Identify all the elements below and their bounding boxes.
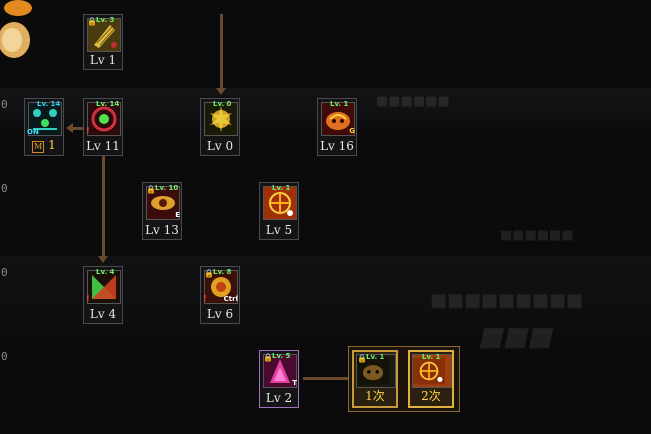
background-art: ■■■■■■ bbox=[376, 94, 450, 109]
skill-slot[interactable]: Lv. 14 ON M1 bbox=[24, 98, 64, 156]
skill-key-label: G bbox=[349, 127, 355, 135]
skill-level-tag: Lv. 5 bbox=[272, 352, 291, 360]
skill-level-label: Lv 13 bbox=[145, 223, 179, 237]
skill-level-label: M1 bbox=[25, 138, 63, 153]
row-number: 0 bbox=[1, 182, 8, 195]
skill-key-label: Ctrl bbox=[223, 295, 238, 303]
background-art: ■■■■■■■■■ bbox=[430, 290, 584, 311]
skill-key-label: E bbox=[175, 211, 180, 219]
skill-slot[interactable]: Lv. 1 2次 bbox=[408, 350, 454, 408]
skill-key-label: T bbox=[292, 379, 297, 387]
connector-line bbox=[102, 156, 105, 258]
skill-slot[interactable]: 🔒 Lv. 5 T Lv 2 bbox=[259, 350, 299, 408]
background-art: ■■■ bbox=[476, 322, 557, 352]
skill-slot[interactable]: Lv. 4 ! Lv 4 bbox=[83, 266, 123, 324]
skill-level-label: Lv 5 bbox=[265, 223, 293, 237]
skill-level-tag: Lv. 1 bbox=[272, 184, 291, 192]
arrow-down-icon bbox=[98, 256, 108, 263]
skill-slot[interactable]: 🔒 Lv. 8 Ctrl ! Lv 6 bbox=[200, 266, 240, 324]
row-number: 0 bbox=[1, 266, 8, 279]
skill-slot[interactable]: 🔒 Lv. 1 1次 bbox=[352, 350, 398, 408]
background-art: ■■■■■■ bbox=[500, 228, 574, 243]
skill-level-label: 1次 bbox=[365, 389, 385, 403]
skill-slot[interactable]: 🔒 Lv. 3 Lv 1 bbox=[83, 14, 123, 70]
skill-level-tag: Lv. 10 bbox=[155, 184, 179, 192]
arrow-down-icon bbox=[216, 88, 226, 95]
arrow-left-icon bbox=[66, 123, 73, 133]
skill-level-tag: Lv. 14 bbox=[37, 100, 61, 108]
skill-level-label: Lv 6 bbox=[206, 307, 234, 321]
skill-level-tag: Lv. 3 bbox=[96, 16, 115, 24]
warning-icon: ! bbox=[203, 294, 207, 303]
character-portrait-icon bbox=[0, 0, 32, 58]
skill-slot[interactable]: Lv. 14 ! Lv 11 bbox=[83, 98, 123, 156]
row-number: 0 bbox=[1, 350, 8, 363]
skill-level-tag: Lv. 0 bbox=[213, 100, 232, 108]
skill-level-tag: Lv. 14 bbox=[96, 100, 120, 108]
skill-level-tag: Lv. 1 bbox=[366, 353, 385, 361]
skill-level-label: Lv 11 bbox=[86, 139, 120, 153]
skill-level-label: Lv 2 bbox=[265, 391, 293, 405]
warning-icon: ! bbox=[86, 126, 90, 135]
toggle-state-label: ON bbox=[27, 128, 39, 136]
skill-level-tag: Lv. 4 bbox=[96, 268, 115, 276]
skill-level-label: 2次 bbox=[421, 389, 441, 403]
skill-slot[interactable]: 🔒 Lv. 10 E Lv 13 bbox=[142, 182, 182, 240]
skill-slot[interactable]: Lv. 0 Lv 0 bbox=[200, 98, 240, 156]
skill-level-label: Lv 1 bbox=[89, 53, 117, 67]
skill-tree-panel: ■■■■■■ ■■■■■■■■■ ■■■ ■■■■■■ 0 0 0 0 🔒 Lv… bbox=[0, 0, 651, 434]
row-number: 0 bbox=[1, 98, 8, 111]
warning-icon: ! bbox=[86, 294, 90, 303]
skill-level-tag: Lv. 8 bbox=[213, 268, 232, 276]
skill-slot[interactable]: Lv. 1 G Lv 16 bbox=[317, 98, 357, 156]
skill-level-label: Lv 0 bbox=[206, 139, 234, 153]
skill-level-tag: Lv. 1 bbox=[330, 100, 349, 108]
skill-slot[interactable]: Lv. 1 Lv 5 bbox=[259, 182, 299, 240]
m-badge-icon: M bbox=[32, 141, 45, 153]
skill-level-label: Lv 4 bbox=[89, 307, 117, 321]
connector-line bbox=[303, 377, 351, 380]
skill-level-label: Lv 16 bbox=[320, 139, 354, 153]
skill-level-tag: Lv. 1 bbox=[422, 353, 441, 361]
skill-level-value: 1 bbox=[48, 138, 56, 152]
connector-line bbox=[220, 14, 223, 88]
